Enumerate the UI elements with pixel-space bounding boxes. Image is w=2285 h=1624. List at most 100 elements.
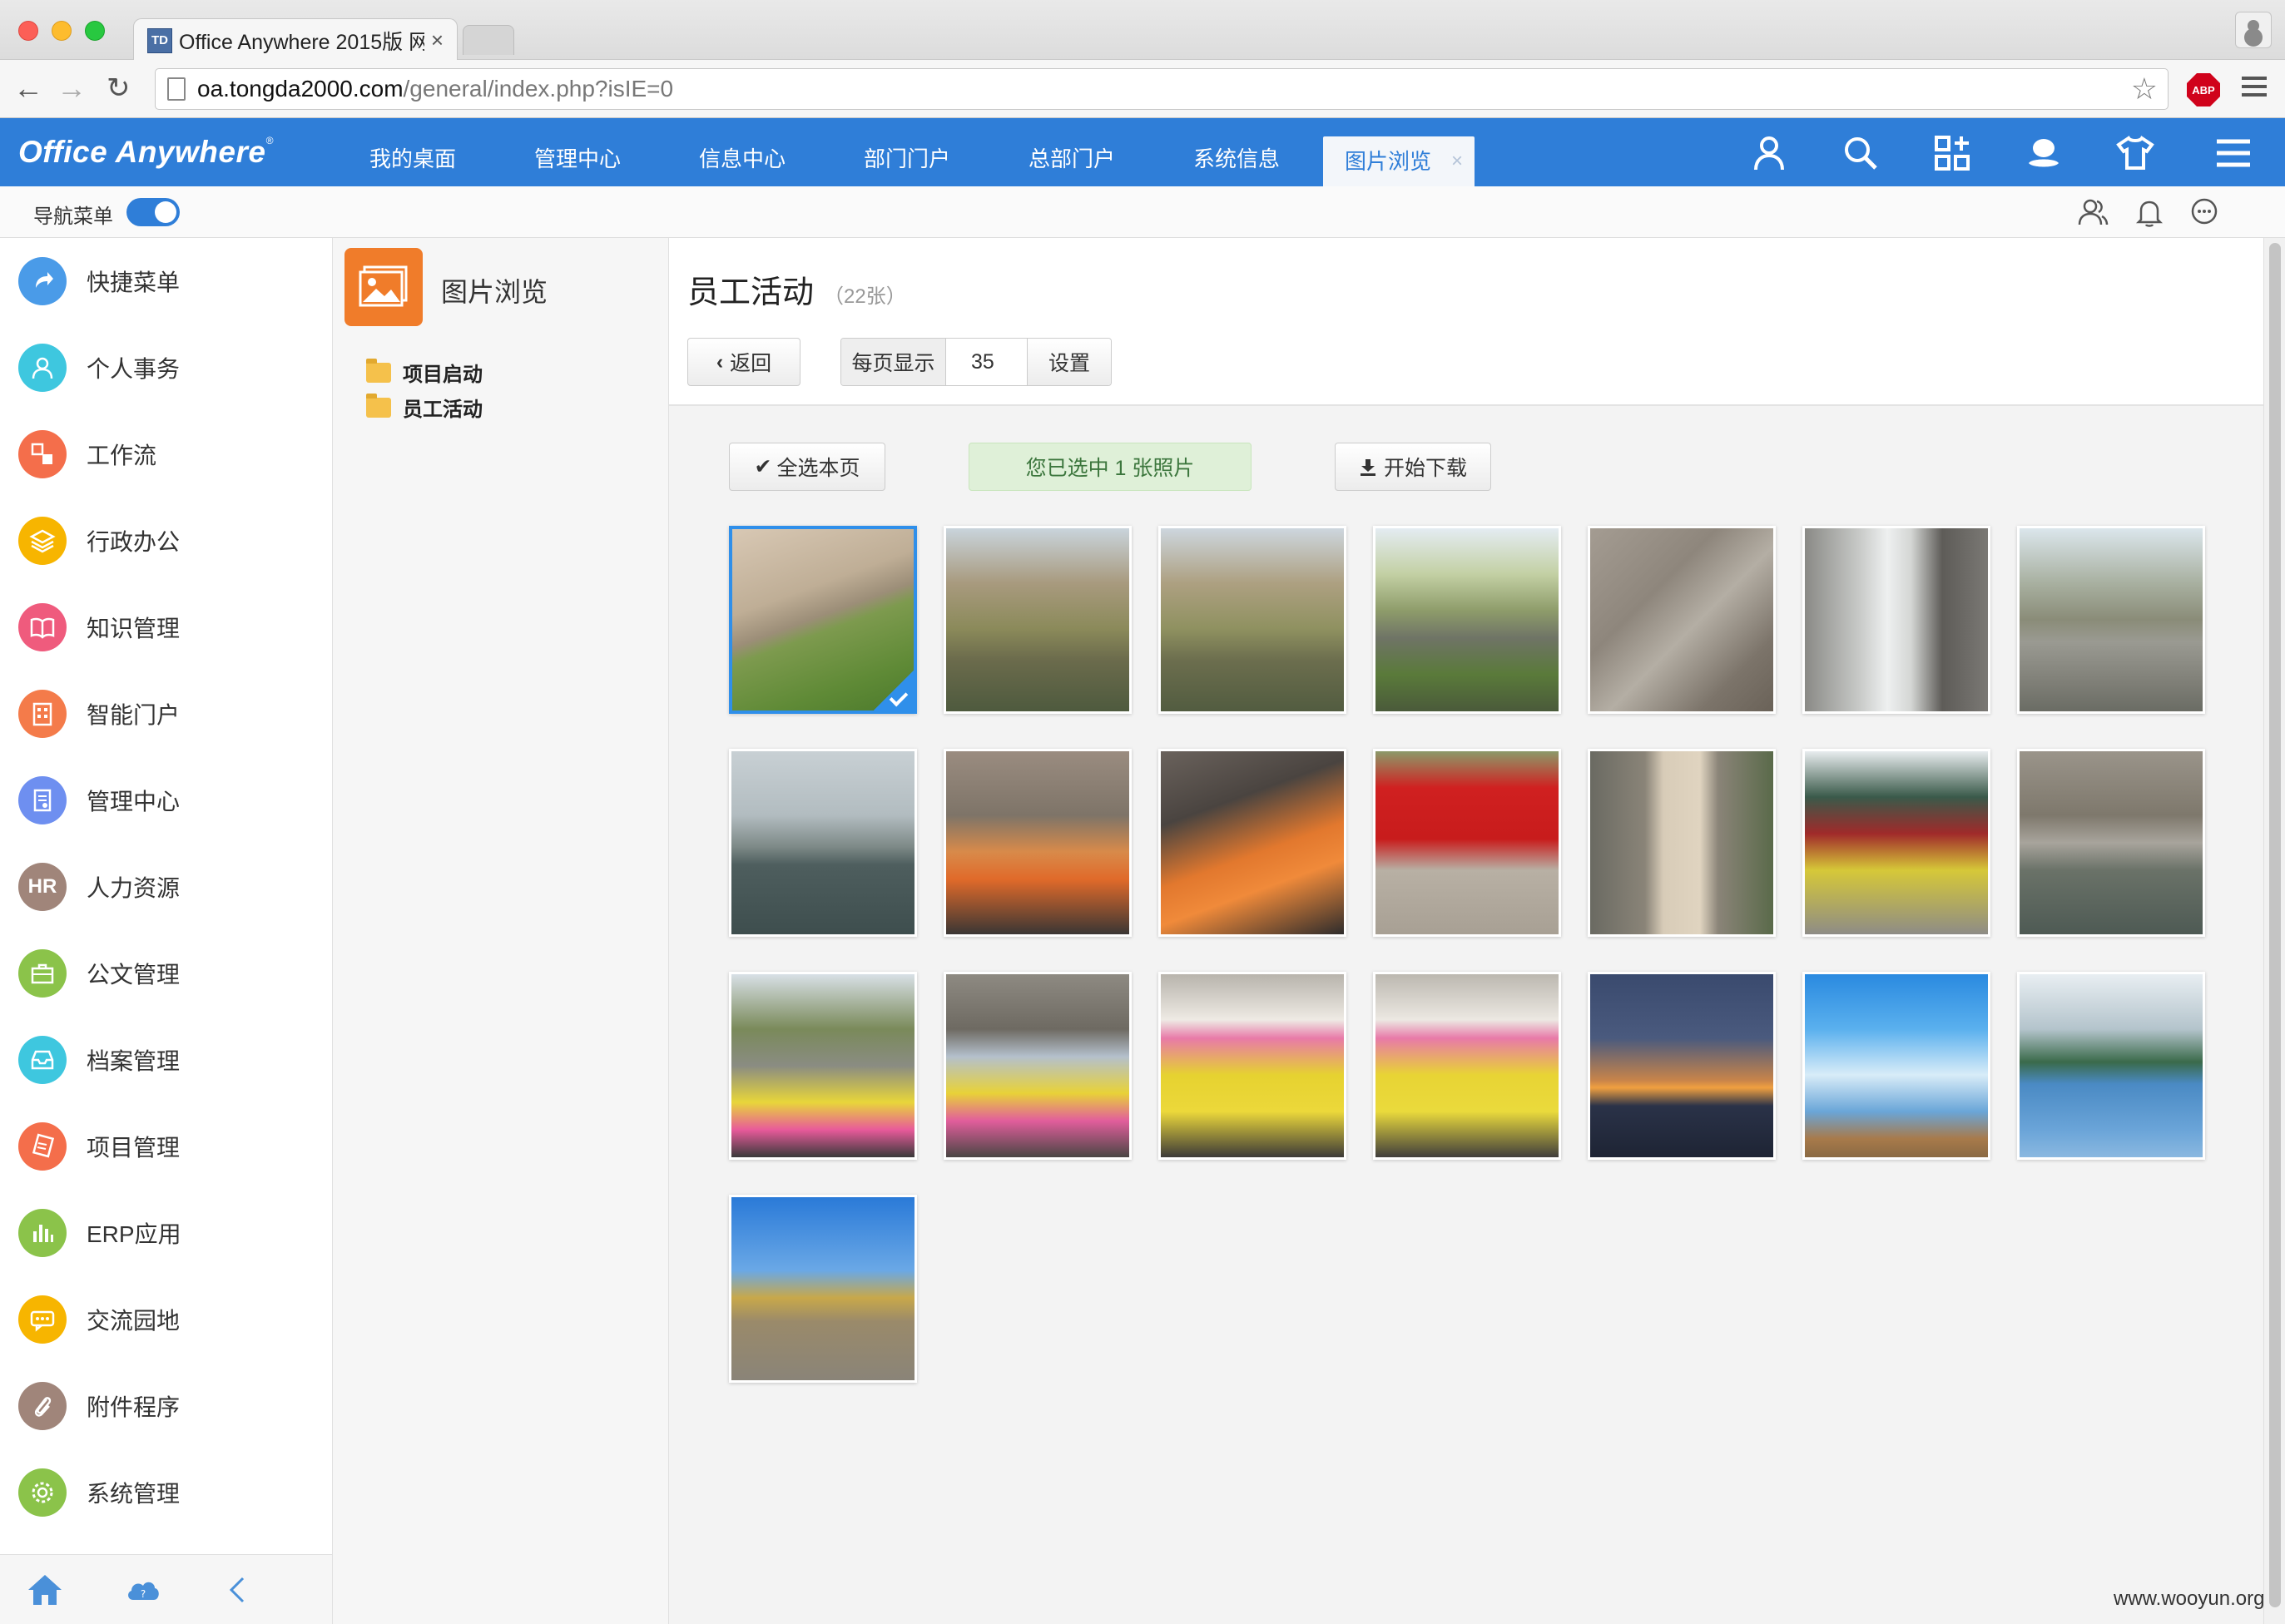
photo-tree-lake (946, 528, 1129, 711)
profile-icon[interactable] (2235, 12, 2272, 48)
photo-thumb-8[interactable] (729, 749, 917, 937)
photo-thumb-3[interactable] (1158, 526, 1346, 714)
start-download-button[interactable]: 开始下载 (1335, 443, 1491, 491)
photo-blue-sky (1805, 974, 1988, 1157)
photo-thumb-20[interactable] (1802, 972, 1990, 1160)
search-icon[interactable] (1841, 133, 1881, 173)
photo-thumb-16[interactable] (944, 972, 1132, 1160)
chat-icon (18, 1295, 67, 1344)
minimize-window-button[interactable] (52, 21, 72, 41)
bell-icon[interactable] (2134, 196, 2165, 228)
tab-picture-browse[interactable]: 图片浏览 × (1323, 136, 1475, 186)
maximize-window-button[interactable] (85, 21, 105, 41)
photo-boat-people (1161, 751, 1344, 934)
sidebar-item-admin-center[interactable]: 管理中心 (0, 757, 333, 844)
nav-admin-center[interactable]: 管理中心 (534, 118, 621, 186)
per-page-input[interactable]: 35 (946, 339, 1028, 385)
user-icon[interactable] (1749, 133, 1789, 173)
gear-icon (18, 1468, 67, 1517)
photo-thumb-15[interactable] (729, 972, 917, 1160)
photo-thumb-19[interactable] (1588, 972, 1776, 1160)
photo-thumb-5[interactable] (1588, 526, 1776, 714)
photo-thumb-18[interactable] (1373, 972, 1561, 1160)
set-per-page-button[interactable]: 设置 (1028, 339, 1111, 385)
sidebar-item-projects[interactable]: 项目管理 (0, 1103, 333, 1190)
message-icon[interactable] (2188, 196, 2220, 228)
per-page-control: 每页显示 35 设置 (840, 338, 1112, 386)
photo-thumb-12[interactable] (1588, 749, 1776, 937)
photo-group-gate (1805, 751, 1988, 934)
home-icon[interactable] (25, 1570, 65, 1610)
sidebar-item-admin-office[interactable]: 行政办公 (0, 498, 333, 584)
collapse-chevron-icon[interactable] (218, 1570, 258, 1610)
nav-my-desktop[interactable]: 我的桌面 (369, 118, 456, 186)
sidebar-item-erp[interactable]: ERP应用 (0, 1190, 333, 1276)
page-scrollbar[interactable] (2263, 238, 2285, 1624)
photo-thumb-13[interactable] (1802, 749, 1990, 937)
nav-system-info[interactable]: 系统信息 (1193, 118, 1280, 186)
adblock-icon[interactable]: ABP (2187, 73, 2220, 106)
status-icon[interactable] (2024, 133, 2064, 173)
skin-shirt-icon[interactable] (2115, 133, 2155, 173)
photo-thumb-14[interactable] (2017, 749, 2205, 937)
photo-thumb-10[interactable] (1158, 749, 1346, 937)
photo-group-fountain (1161, 974, 1344, 1157)
sidebar-item-smart-portal[interactable]: 智能门户 (0, 671, 333, 757)
page-icon (167, 77, 186, 101)
building-icon (18, 690, 67, 738)
photo-fountain-lake (2020, 751, 2203, 934)
folder-project-start[interactable]: 项目启动 (366, 358, 483, 387)
close-tab-icon[interactable]: × (431, 27, 444, 53)
selected-check-icon (874, 671, 914, 710)
content-header: 员工活动 （22张） ‹ 返回 每页显示 35 设置 (669, 238, 2263, 406)
photo-thumb-11[interactable] (1373, 749, 1561, 937)
nav-hq-portal[interactable]: 总部门户 (1028, 118, 1115, 186)
reload-icon[interactable]: ↻ (107, 72, 131, 105)
nav-info-center[interactable]: 信息中心 (699, 118, 786, 186)
photo-thumb-4[interactable] (1373, 526, 1561, 714)
url-bar[interactable]: oa.tongda2000.com/general/index.php?isIE… (155, 68, 2169, 110)
contacts-icon[interactable] (2077, 196, 2109, 228)
folder-icon (366, 393, 391, 418)
project-icon (18, 1122, 67, 1171)
sidebar-item-workflow[interactable]: 工作流 (0, 411, 333, 498)
nav-dept-portal[interactable]: 部门门户 (864, 118, 950, 186)
browser-tab[interactable]: TD Office Anywhere 2015版 网络智能办公系统 × (133, 18, 458, 62)
sidebar-item-system[interactable]: 系统管理 (0, 1449, 333, 1536)
photo-dam-trees (1375, 528, 1559, 711)
photo-thumb-1[interactable] (729, 526, 917, 714)
sidebar-item-shortcuts[interactable]: 快捷菜单 (0, 238, 333, 324)
close-window-button[interactable] (18, 21, 38, 41)
sidebar-item-attachments[interactable]: 附件程序 (0, 1363, 333, 1449)
cloud-help-icon[interactable]: ? (123, 1570, 163, 1610)
back-button[interactable]: ‹ 返回 (687, 338, 800, 386)
photo-thumb-7[interactable] (2017, 526, 2205, 714)
sidebar-item-knowledge[interactable]: 知识管理 (0, 584, 333, 671)
forward-arrow-icon[interactable]: → (57, 72, 87, 105)
main-menu-icon[interactable] (2213, 133, 2253, 173)
photo-thumb-21[interactable] (2017, 972, 2205, 1160)
sidebar-item-archives[interactable]: 档案管理 (0, 1017, 333, 1103)
photo-thumb-22[interactable] (729, 1195, 917, 1383)
browser-menu-icon[interactable] (2242, 77, 2267, 100)
sidebar-item-hr[interactable]: HR 人力资源 (0, 844, 333, 930)
close-tab-x-icon[interactable]: × (1451, 136, 1463, 186)
sidebar-item-personal[interactable]: 个人事务 (0, 324, 333, 411)
folder-staff-activities[interactable]: 员工活动 (366, 393, 483, 422)
photo-gallery: ✔ 全选本页 您已选中 1 张照片 开始下载 (669, 406, 2263, 1624)
photo-thumb-9[interactable] (944, 749, 1132, 937)
photo-thumb-6[interactable] (1802, 526, 1990, 714)
sidebar-item-forum[interactable]: 交流园地 (0, 1276, 333, 1363)
back-arrow-icon[interactable]: ← (13, 72, 43, 105)
select-all-button[interactable]: ✔ 全选本页 (729, 443, 885, 491)
folder-label: 员工活动 (403, 399, 483, 421)
photo-thumb-2[interactable] (944, 526, 1132, 714)
photo-thumb-17[interactable] (1158, 972, 1346, 1160)
nav-menu-toggle[interactable] (126, 198, 180, 226)
scroll-thumb[interactable] (2269, 243, 2281, 1607)
new-tab-button[interactable] (463, 25, 514, 55)
apps-grid-icon[interactable] (1932, 133, 1972, 173)
bookmark-star-icon[interactable]: ☆ (2131, 74, 2158, 104)
sidebar-item-documents[interactable]: 公文管理 (0, 930, 333, 1017)
app-header: Office Anywhere® 我的桌面 管理中心 信息中心 部门门户 总部门… (0, 118, 2285, 186)
